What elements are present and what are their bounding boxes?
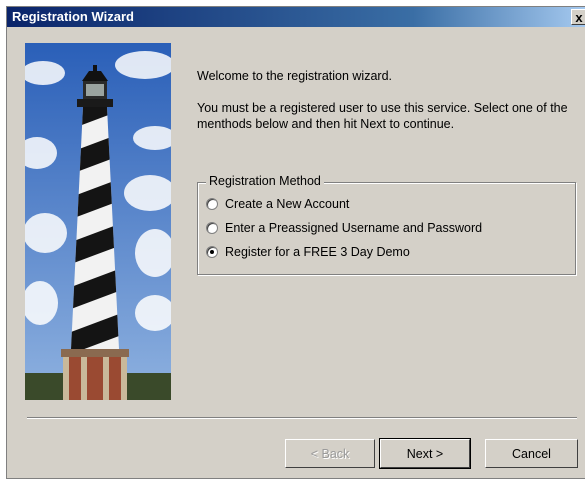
close-button[interactable]: x xyxy=(571,9,585,25)
next-button[interactable]: Next > xyxy=(379,438,471,469)
back-button[interactable]: < Back xyxy=(285,439,375,468)
radio-preassigned-credentials[interactable] xyxy=(206,222,218,234)
option-create-account-label: Create a New Account xyxy=(225,197,350,211)
instructions-text: You must be a registered user to use thi… xyxy=(197,101,568,131)
cancel-button[interactable]: Cancel xyxy=(485,439,578,468)
registration-wizard-window: Registration Wizard x Welcome to the reg… xyxy=(6,6,585,479)
radio-free-demo[interactable] xyxy=(206,246,218,258)
button-divider xyxy=(27,417,577,419)
option-create-account[interactable]: Create a New Account xyxy=(206,197,349,211)
lighthouse-image xyxy=(25,43,171,400)
close-icon: x xyxy=(575,9,583,25)
registration-method-legend: Registration Method xyxy=(206,174,324,188)
welcome-text: Welcome to the registration wizard. xyxy=(197,69,392,83)
option-preassigned-credentials-label: Enter a Preassigned Username and Passwor… xyxy=(225,221,483,235)
radio-create-account[interactable] xyxy=(206,198,218,210)
option-free-demo[interactable]: Register for a FREE 3 Day Demo xyxy=(206,245,410,259)
title-bar[interactable]: Registration Wizard x xyxy=(7,7,585,27)
registration-method-group: Registration Method Create a New Account… xyxy=(197,174,576,275)
option-free-demo-label: Register for a FREE 3 Day Demo xyxy=(225,245,410,259)
option-preassigned-credentials[interactable]: Enter a Preassigned Username and Passwor… xyxy=(206,221,482,235)
window-title: Registration Wizard xyxy=(12,9,134,24)
